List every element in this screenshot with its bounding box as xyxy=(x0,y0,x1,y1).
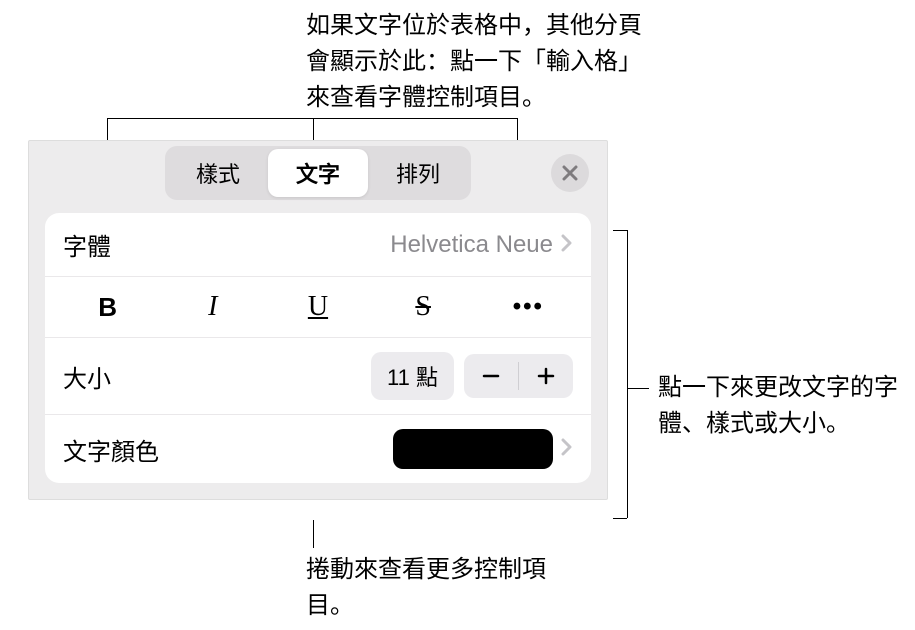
color-swatch[interactable] xyxy=(393,429,553,469)
callout-line xyxy=(313,118,314,140)
callout-line xyxy=(313,118,518,119)
chevron-right-icon xyxy=(561,232,573,258)
callout-line xyxy=(613,230,627,231)
more-options-button[interactable]: ••• xyxy=(488,293,568,321)
text-color-label: 文字顏色 xyxy=(63,432,159,467)
callout-line xyxy=(627,388,649,389)
text-color-row[interactable]: 文字顏色 xyxy=(45,415,591,483)
close-button[interactable] xyxy=(551,154,589,192)
minus-icon xyxy=(481,366,501,386)
bold-button[interactable]: B xyxy=(68,292,148,323)
callout-line xyxy=(613,518,627,519)
callout-line xyxy=(627,230,628,518)
callout-line xyxy=(313,520,314,548)
size-decrease-button[interactable] xyxy=(464,354,518,398)
size-stepper xyxy=(464,354,573,398)
chevron-right-icon xyxy=(561,436,573,462)
size-value-button[interactable]: 11 點 xyxy=(371,352,454,400)
format-panel: 樣式 文字 排列 字體 Helvetica Neue B I U S ••• 大… xyxy=(28,140,608,500)
text-controls-card: 字體 Helvetica Neue B I U S ••• 大小 11 點 xyxy=(45,213,591,483)
size-increase-button[interactable] xyxy=(519,354,573,398)
font-value: Helvetica Neue xyxy=(390,231,553,259)
font-label: 字體 xyxy=(63,227,111,262)
italic-button[interactable]: I xyxy=(173,291,253,323)
segmented-control: 樣式 文字 排列 xyxy=(165,146,471,200)
size-label: 大小 xyxy=(63,359,111,394)
font-row[interactable]: 字體 Helvetica Neue xyxy=(45,213,591,277)
plus-icon xyxy=(536,366,556,386)
underline-button[interactable]: U xyxy=(278,291,358,323)
annotation-right: 點一下來更改文字的字體、樣式或大小。 xyxy=(658,370,915,442)
tab-text[interactable]: 文字 xyxy=(268,149,368,197)
callout-line xyxy=(107,118,314,119)
annotation-top: 如果文字位於表格中，其他分頁會顯示於此：點一下「輸入格」來查看字體控制項目。 xyxy=(306,8,646,116)
text-style-row: B I U S ••• xyxy=(45,277,591,338)
close-icon xyxy=(562,165,578,181)
panel-header: 樣式 文字 排列 xyxy=(29,141,607,205)
annotation-bottom: 捲動來查看更多控制項目。 xyxy=(306,552,566,624)
tab-style[interactable]: 樣式 xyxy=(168,149,268,197)
size-row: 大小 11 點 xyxy=(45,338,591,415)
strikethrough-button[interactable]: S xyxy=(383,291,463,323)
tab-arrange[interactable]: 排列 xyxy=(368,149,468,197)
size-controls: 11 點 xyxy=(371,352,573,400)
